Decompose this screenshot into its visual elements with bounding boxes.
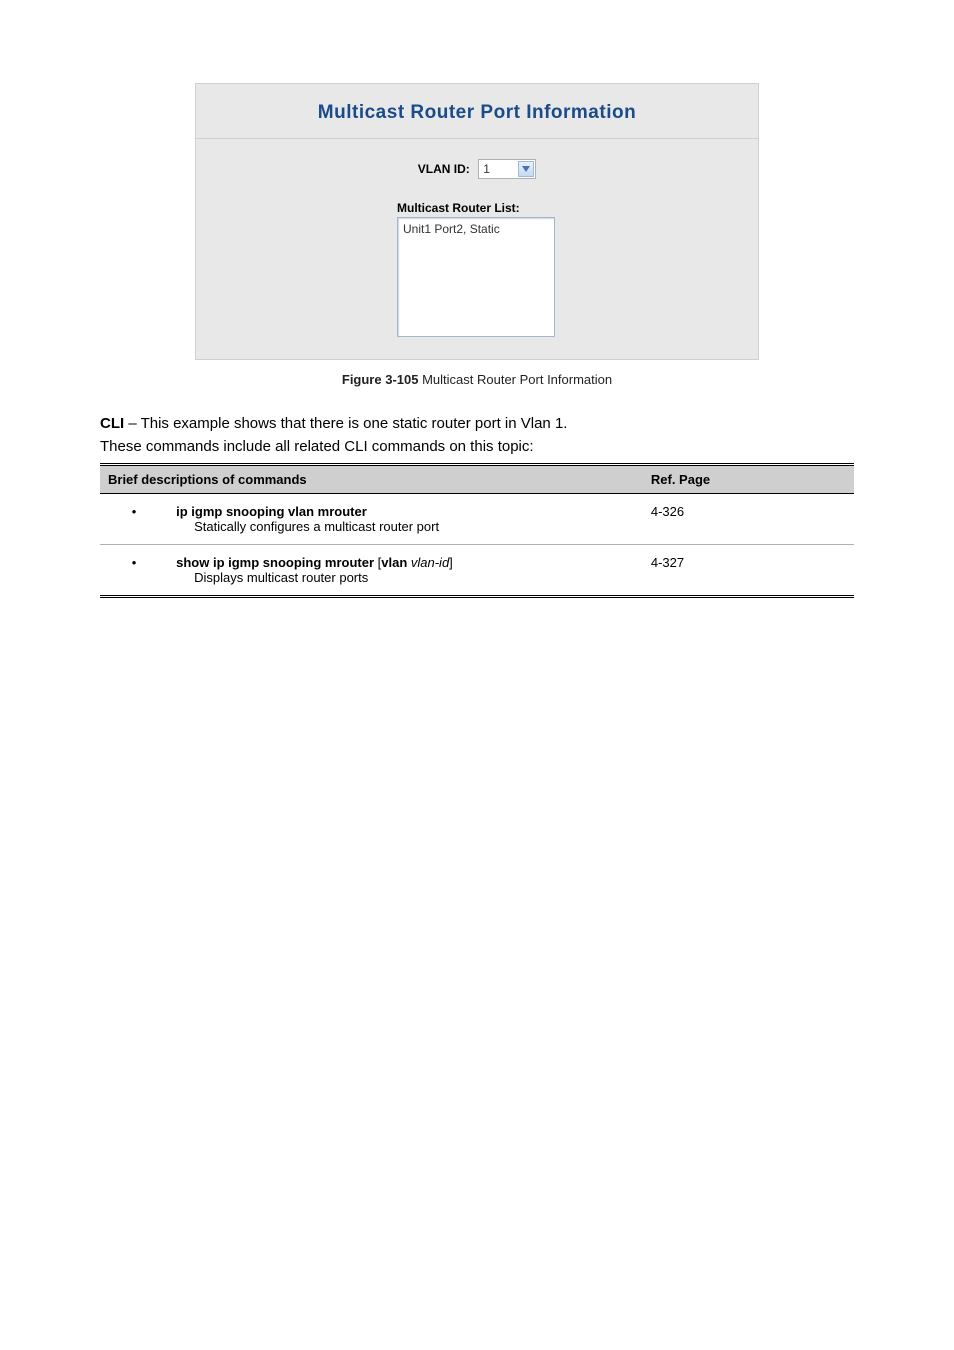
table-header-brief: Brief descriptions of commands (100, 465, 643, 494)
chevron-down-icon[interactable] (518, 161, 534, 177)
panel-title: Multicast Router Port Information (318, 102, 636, 123)
vlan-id-select[interactable]: 1 (478, 159, 536, 179)
brief-text: Displays multicast router ports (176, 570, 635, 585)
figure-caption: Figure 3-105 Multicast Router Port Infor… (195, 372, 759, 387)
cli-commands-line: These commands include all related CLI c… (100, 438, 854, 455)
vlan-id-value: 1 (479, 160, 517, 178)
router-list-box[interactable]: Unit1 Port2, Static (397, 217, 555, 337)
ref-page: 4-326 (643, 494, 854, 545)
bullet-icon: • (100, 545, 168, 597)
bullet-icon: • (100, 494, 168, 545)
table-row: • ip igmp snooping vlan mrouter Statical… (100, 494, 854, 545)
table-row: • show ip igmp snooping mrouter [vlan vl… (100, 545, 854, 597)
screenshot-panel: Multicast Router Port Information VLAN I… (195, 83, 759, 387)
list-item[interactable]: Unit1 Port2, Static (398, 218, 554, 236)
cli-intro: CLI – This example shows that there is o… (100, 415, 854, 432)
router-list-label: Multicast Router List: (397, 201, 557, 215)
cli-table: Brief descriptions of commands Ref. Page… (100, 463, 854, 598)
ref-page: 4-327 (643, 545, 854, 597)
table-header-page: Ref. Page (643, 465, 854, 494)
vlan-id-label: VLAN ID: (418, 162, 470, 176)
brief-text: Statically configures a multicast router… (176, 519, 635, 534)
